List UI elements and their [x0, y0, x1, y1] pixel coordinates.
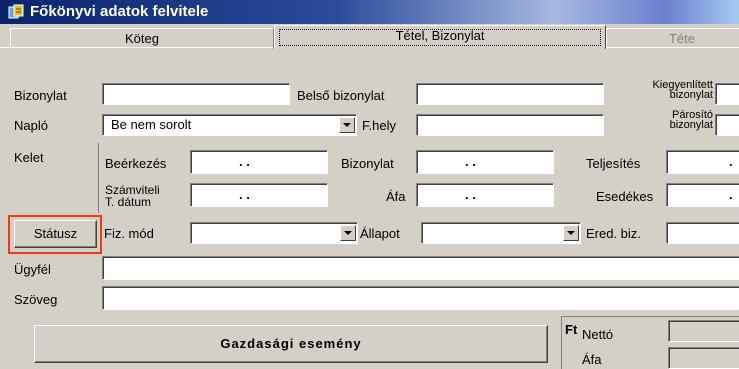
window-title: Főkönyvi adatok felvitele	[30, 3, 209, 20]
fiz-mod-select[interactable]	[190, 222, 358, 244]
amounts-group-border-left	[561, 316, 562, 369]
afa-amount-label: Áfa	[582, 352, 602, 367]
ugyfel-label: Ügyfél	[14, 262, 51, 277]
bizonylat-label: Bizonylat	[14, 88, 67, 103]
szamviteli-label: Számviteli T. dátum	[105, 184, 160, 208]
allapot-dropdown-button[interactable]	[563, 225, 579, 241]
esedekes-date-field[interactable]: .	[666, 183, 739, 207]
afa-amount-field	[668, 347, 739, 369]
fiz-mod-label: Fiz. mód	[104, 226, 154, 241]
kelet-group-border	[98, 143, 99, 213]
ugyfel-field[interactable]	[102, 256, 739, 280]
parosito-field[interactable]	[715, 114, 739, 136]
bizonylat-date-label: Bizonylat	[341, 156, 394, 171]
naplo-select[interactable]: Be nem sorolt	[102, 114, 357, 136]
afa-date-field[interactable]: . .	[416, 183, 554, 207]
teljesites-label: Teljesítés	[586, 156, 641, 171]
beerkezes-label: Beérkezés	[105, 156, 167, 171]
allapot-label: Állapot	[360, 226, 400, 241]
tab-focus-rect	[279, 29, 601, 46]
ered-biz-label: Ered. biz.	[586, 226, 641, 241]
szoveg-field[interactable]	[102, 286, 739, 310]
bizonylat-date-field[interactable]: . .	[416, 150, 554, 174]
netto-field	[668, 320, 739, 342]
naplo-label: Napló	[14, 118, 48, 133]
szamviteli-label-line2: T. dátum	[105, 195, 152, 209]
kelet-label: Kelet	[14, 150, 44, 165]
kiegyenlitett-field[interactable]	[715, 83, 739, 105]
currency-label: Ft	[565, 322, 578, 337]
kiegyenlitett-label: Kiegyenlített bizonylat	[610, 80, 713, 101]
naplo-dropdown-button[interactable]	[339, 117, 355, 133]
allapot-select[interactable]	[421, 222, 581, 244]
fhely-label: F.hely	[362, 118, 396, 133]
gazdasagi-esemeny-button[interactable]: Gazdasági esemény	[34, 325, 548, 363]
belso-bizonylat-label: Belső bizonylat	[297, 88, 385, 103]
amounts-group-border	[561, 316, 739, 317]
parosito-label: Párosító bizonylat	[610, 110, 713, 131]
szamviteli-date-field[interactable]: . .	[190, 183, 328, 207]
ered-biz-field[interactable]	[666, 222, 739, 244]
beerkezes-date-field[interactable]: . .	[190, 150, 328, 174]
tab-koteg[interactable]: Köteg	[10, 28, 274, 49]
statusz-button[interactable]: Státusz	[14, 220, 97, 248]
belso-bizonylat-field[interactable]	[416, 83, 604, 105]
ledger-app-icon	[8, 4, 24, 19]
kiegyenlitett-label-line2: bizonylat	[669, 89, 713, 101]
tab-tetel-bizonylat[interactable]: Tétel, Bizonylat	[274, 25, 606, 49]
parosito-label-line2: bizonylat	[669, 119, 713, 131]
szoveg-label: Szöveg	[14, 292, 58, 307]
esedekes-label: Esedékes	[596, 189, 654, 204]
fhely-field[interactable]	[416, 114, 604, 136]
netto-label: Nettó	[582, 327, 614, 342]
tab-tetel[interactable]: Téte	[606, 28, 739, 49]
teljesites-date-field[interactable]: .	[666, 150, 739, 174]
fiz-mod-dropdown-button[interactable]	[340, 225, 356, 241]
bizonylat-field[interactable]	[102, 83, 290, 105]
afa-date-label: Áfa	[386, 189, 406, 204]
